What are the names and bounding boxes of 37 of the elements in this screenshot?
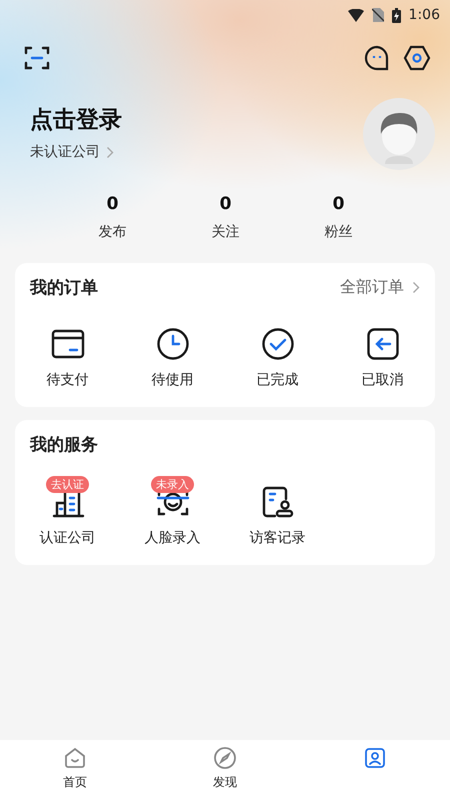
avatar-drawing[interactable] xyxy=(363,98,435,170)
tab-bar-item[interactable]: 发现 xyxy=(150,740,300,800)
status-badge: 未录入 xyxy=(151,476,194,493)
stat-count: 0 xyxy=(220,194,232,214)
home-icon xyxy=(63,746,87,770)
login-title[interactable]: 点击登录 xyxy=(30,104,363,135)
service-button[interactable]: 去认证 认证公司 xyxy=(15,476,120,547)
profile-icon xyxy=(363,746,387,770)
stat-label: 发布 xyxy=(98,223,126,241)
chevron-right-icon xyxy=(412,280,420,294)
stat-label: 关注 xyxy=(212,223,240,241)
status-badge: 去认证 xyxy=(46,476,89,493)
company-link[interactable]: 未认证公司 xyxy=(30,143,114,161)
order-status-button[interactable]: 待支付 xyxy=(15,327,120,389)
no-sim-icon xyxy=(372,8,384,22)
service-button[interactable]: 访客记录 xyxy=(225,476,330,547)
wifi-icon xyxy=(348,8,364,22)
settings-button[interactable] xyxy=(402,43,432,73)
order-status-button[interactable]: 已取消 xyxy=(330,327,435,389)
card-title: 我的服务 xyxy=(30,434,99,456)
stat-label: 粉丝 xyxy=(324,223,352,241)
stat-count: 0 xyxy=(332,194,344,214)
stat-count: 0 xyxy=(106,194,118,214)
card-icon xyxy=(50,327,84,361)
card-title: 我的订单 xyxy=(30,276,99,298)
compass-icon xyxy=(213,746,237,770)
clock-icon xyxy=(156,327,190,361)
visitor-record-icon xyxy=(260,485,294,519)
order-status-button[interactable]: 已完成 xyxy=(225,327,330,389)
checkmark-icon xyxy=(260,327,294,361)
battery-charging-icon xyxy=(392,8,401,22)
service-button[interactable]: 未录入 人脸录入 xyxy=(120,476,225,547)
all-orders-link[interactable]: 全部订单 xyxy=(340,276,420,298)
tab-bar-item[interactable]: 首页 xyxy=(0,740,150,800)
status-time: 1:06 xyxy=(408,7,440,23)
chevron-right-icon xyxy=(106,146,114,158)
order-status-button[interactable]: 待使用 xyxy=(120,327,225,389)
